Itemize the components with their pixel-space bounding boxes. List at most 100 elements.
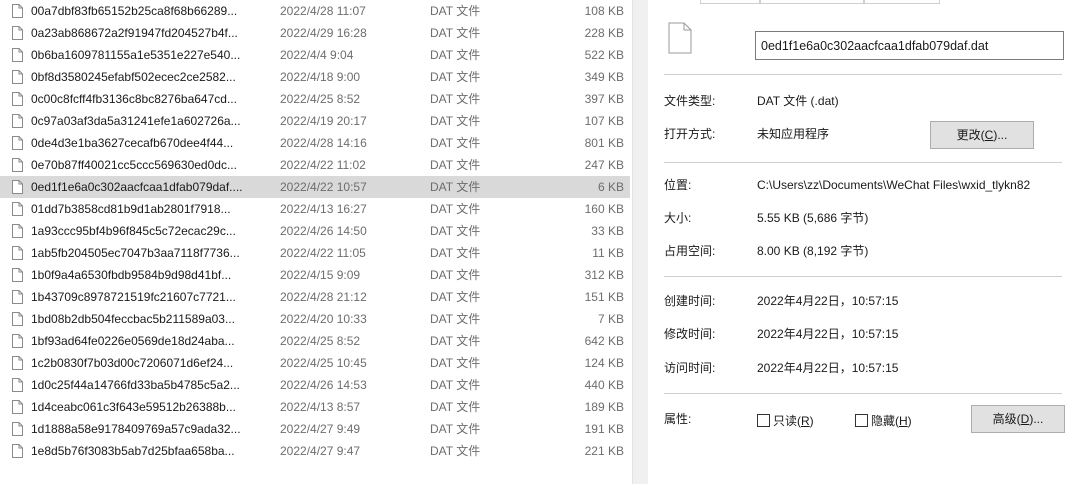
file-name: 1d1888a58e9178409769a57c9ada32...	[31, 422, 241, 436]
file-row[interactable]: 0de4d3e1ba3627cecafb670dee4f44... 2022/4/…	[0, 132, 630, 154]
file-row[interactable]: 1b0f9a4a6530fbdb9584b9d98d41bf... 2022/4/…	[0, 264, 630, 286]
divider	[664, 393, 1062, 394]
file-row[interactable]: 1bd08b2db504feccbac5b211589a03... 2022/4/…	[0, 308, 630, 330]
file-row[interactable]: 1d0c25f44a14766fd33ba5b4785c5a2... 2022/4…	[0, 374, 630, 396]
divider	[664, 162, 1062, 163]
file-row[interactable]: 1d1888a58e9178409769a57c9ada32... 2022/4/…	[0, 418, 630, 440]
file-row[interactable]: 0c97a03af3da5a31241efe1a602726a... 2022/4…	[0, 110, 630, 132]
change-button[interactable]: 更改(C)...	[930, 121, 1034, 149]
file-type: DAT 文件	[430, 202, 481, 216]
file-date: 2022/4/25 10:45	[280, 356, 367, 370]
file-name-input[interactable]	[755, 31, 1064, 60]
file-date: 2022/4/18 9:00	[280, 70, 361, 84]
advanced-button[interactable]: 高级(D)...	[971, 405, 1065, 433]
file-icon	[12, 356, 23, 370]
file-date: 2022/4/27 9:49	[280, 422, 361, 436]
file-type: DAT 文件	[430, 422, 481, 436]
file-row[interactable]: 1bf93ad64fe0226e0569de18d24aba... 2022/4/…	[0, 330, 630, 352]
file-row[interactable]: 1e8d5b76f3083b5ab7d25bfaa658ba... 2022/4/…	[0, 440, 630, 462]
file-icon	[12, 312, 23, 326]
file-row[interactable]: 1a93ccc95bf4b96f845c5c72ecac29c... 2022/4…	[0, 220, 630, 242]
file-row[interactable]: 1c2b0830f7b03d00c7206071d6ef24... 2022/4/…	[0, 352, 630, 374]
readonly-checkbox-label: 只读(R)	[773, 412, 814, 429]
hidden-text: 隐藏(	[871, 414, 899, 428]
location-label: 位置:	[664, 178, 692, 192]
file-size: 7 KB	[597, 312, 624, 326]
tab-security[interactable]	[760, 0, 864, 4]
file-size: 349 KB	[584, 70, 624, 84]
file-date: 2022/4/22 11:02	[280, 158, 366, 172]
file-size: 11 KB	[592, 246, 624, 260]
file-name: 00a7dbf83fb65152b25ca8f68b66289...	[31, 4, 238, 18]
attributes-label: 属性:	[664, 412, 692, 426]
file-date: 2022/4/13 16:27	[280, 202, 367, 216]
file-date: 2022/4/27 9:47	[280, 444, 361, 458]
file-icon	[12, 180, 23, 194]
file-row[interactable]: 01dd7b3858cd81b9d1ab2801f7918... 2022/4/1…	[0, 198, 630, 220]
accessed-value: 2022年4月22日，10:57:15	[757, 361, 899, 375]
advanced-button-suffix: )...	[1029, 412, 1044, 426]
file-type-value: DAT 文件 (.dat)	[757, 94, 839, 108]
file-row[interactable]: 0ed1f1e6a0c302aacfcaa1dfab079daf.... 2022…	[0, 176, 630, 198]
file-date: 2022/4/4 9:04	[280, 48, 354, 62]
modified-value: 2022年4月22日，10:57:15	[757, 327, 899, 341]
readonly-checkbox-box[interactable]	[757, 414, 770, 427]
created-value: 2022年4月22日，10:57:15	[757, 294, 899, 308]
file-row[interactable]: 0e70b87ff40021cc5ccc569630ed0dc... 2022/4…	[0, 154, 630, 176]
hidden-key: H	[899, 414, 908, 428]
file-icon	[12, 444, 23, 458]
file-name: 1d0c25f44a14766fd33ba5b4785c5a2...	[31, 378, 240, 392]
divider	[664, 74, 1062, 75]
tab-general[interactable]	[700, 0, 760, 4]
file-icon	[668, 22, 692, 54]
readonly-key: R	[801, 414, 810, 428]
tab-details[interactable]	[864, 0, 940, 4]
file-type: DAT 文件	[430, 92, 481, 106]
file-row[interactable]: 0bf8d3580245efabf502ecec2ce2582... 2022/4…	[0, 66, 630, 88]
file-date: 2022/4/26 14:53	[280, 378, 367, 392]
file-size: 522 KB	[584, 48, 624, 62]
size-label: 大小:	[664, 211, 692, 225]
hidden-checkbox-label: 隐藏(H)	[871, 412, 912, 429]
file-type-label: 文件类型:	[664, 94, 716, 108]
hidden-checkbox[interactable]: 隐藏(H)	[855, 412, 912, 429]
location-value: C:\Users\zz\Documents\WeChat Files\wxid_…	[757, 178, 1031, 192]
file-row[interactable]: 1d4ceabc061c3f643e59512b26388b... 2022/4/…	[0, 396, 630, 418]
file-icon	[12, 334, 23, 348]
file-type: DAT 文件	[430, 26, 481, 40]
file-name: 1bd08b2db504feccbac5b211589a03...	[31, 312, 235, 326]
file-row[interactable]: 0c00c8fcff4fb3136c8bc8276ba647cd... 2022/…	[0, 88, 630, 110]
file-size: 189 KB	[584, 400, 624, 414]
file-date: 2022/4/29 16:28	[280, 26, 367, 40]
file-row[interactable]: 0a23ab868672a2f91947fd204527b4f... 2022/4…	[0, 22, 630, 44]
modified-label: 修改时间:	[664, 327, 716, 341]
file-date: 2022/4/20 10:33	[280, 312, 367, 326]
created-label: 创建时间:	[664, 294, 716, 308]
file-name: 0b6ba1609781155a1e5351e227e540...	[31, 48, 241, 62]
divider	[664, 276, 1062, 277]
file-size: 247 KB	[584, 158, 624, 172]
file-name: 0de4d3e1ba3627cecafb670dee4f44...	[31, 136, 234, 150]
file-row[interactable]: 0b6ba1609781155a1e5351e227e540... 2022/4/…	[0, 44, 630, 66]
hidden-checkbox-box[interactable]	[855, 414, 868, 427]
file-size: 124 KB	[584, 356, 624, 370]
file-type: DAT 文件	[430, 400, 481, 414]
pane-splitter[interactable]	[632, 0, 648, 484]
file-name: 1b43709c8978721519fc21607c7721...	[31, 290, 236, 304]
accessed-label: 访问时间:	[664, 361, 716, 375]
file-type: DAT 文件	[430, 290, 481, 304]
file-type: DAT 文件	[430, 136, 481, 150]
file-icon	[12, 4, 23, 18]
file-row[interactable]: 1ab5fb204505ec7047b3aa7118f7736... 2022/4…	[0, 242, 630, 264]
readonly-checkbox[interactable]: 只读(R)	[757, 412, 814, 429]
size-on-disk-label: 占用空间:	[664, 244, 716, 258]
file-type: DAT 文件	[430, 70, 481, 84]
file-name: 1bf93ad64fe0226e0569de18d24aba...	[31, 334, 235, 348]
dialog-tabs	[700, 0, 940, 4]
file-row[interactable]: 00a7dbf83fb65152b25ca8f68b66289... 2022/4…	[0, 0, 630, 22]
file-name: 0c97a03af3da5a31241efe1a602726a...	[31, 114, 241, 128]
size-on-disk-value: 8.00 KB (8,192 字节)	[757, 244, 869, 258]
file-row[interactable]: 1b43709c8978721519fc21607c7721... 2022/4/…	[0, 286, 630, 308]
file-name: 1ab5fb204505ec7047b3aa7118f7736...	[31, 246, 240, 260]
file-type: DAT 文件	[430, 48, 481, 62]
